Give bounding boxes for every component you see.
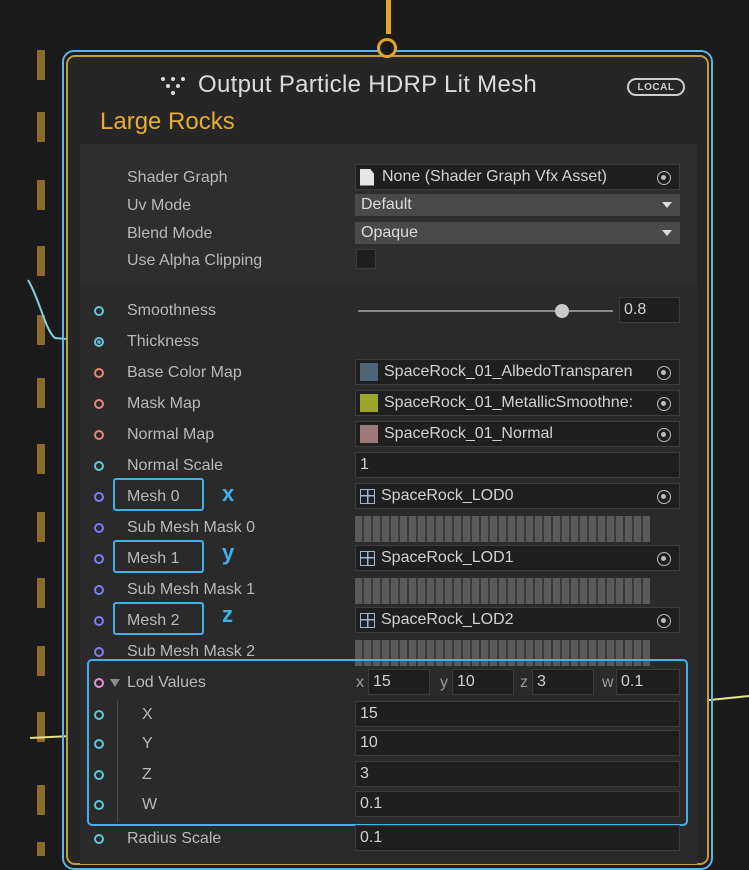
setting-label: Uv Mode	[127, 197, 192, 214]
smoothness-row: Smoothness 0.8	[0, 296, 749, 326]
input-flow-port[interactable]	[377, 38, 397, 58]
radius-scale-value: 0.1	[360, 829, 383, 846]
setting-label: Use Alpha Clipping	[127, 252, 263, 269]
normal-map-value: SpaceRock_01_Normal	[384, 425, 553, 442]
mesh0-field[interactable]: SpaceRock_LOD0	[355, 483, 680, 509]
uv-mode-value: Default	[361, 196, 412, 213]
submask0-port[interactable]	[94, 523, 104, 533]
mask-map-port[interactable]	[94, 399, 104, 409]
axis-annotation-y: y	[222, 540, 235, 565]
object-picker-icon[interactable]	[657, 614, 671, 628]
thickness-row: Thickness	[0, 327, 749, 357]
normal-scale-label: Normal Scale	[127, 457, 224, 474]
mask-map-value: SpaceRock_01_MetallicSmoothne:	[384, 394, 634, 411]
axis-annotation-z: z	[222, 602, 233, 627]
uv-mode-dropdown[interactable]: Default	[355, 194, 680, 216]
base-color-map-row: Base Color Map SpaceRock_01_AlbedoTransp…	[0, 358, 749, 388]
mesh1-highlight	[113, 540, 204, 573]
mesh0-port[interactable]	[94, 492, 104, 502]
mesh0-value: SpaceRock_LOD0	[381, 487, 514, 504]
normal-map-field[interactable]: SpaceRock_01_Normal	[355, 421, 680, 447]
submask0-label: Sub Mesh Mask 0	[127, 519, 256, 536]
texture-thumbnail	[360, 394, 378, 412]
slider-handle[interactable]	[555, 304, 569, 318]
mesh1-field[interactable]: SpaceRock_LOD1	[355, 545, 680, 571]
radius-scale-label: Radius Scale	[127, 830, 222, 847]
radius-scale-port[interactable]	[94, 834, 104, 844]
mask-map-label: Mask Map	[127, 395, 201, 412]
dropdown-arrow-icon	[662, 230, 672, 236]
mesh1-port[interactable]	[94, 554, 104, 564]
texture-thumbnail	[360, 363, 378, 381]
mesh-icon	[360, 488, 375, 504]
shader-graph-row: Shader Graph None (Shader Graph Vfx Asse…	[0, 163, 749, 193]
normal-map-label: Normal Map	[127, 426, 215, 443]
mesh0-highlight	[113, 478, 204, 511]
normal-scale-field[interactable]: 1	[355, 452, 680, 478]
mesh2-value: SpaceRock_LOD2	[381, 611, 514, 628]
node-subtitle[interactable]: Large Rocks	[100, 108, 235, 136]
normal-map-row: Normal Map SpaceRock_01_Normal	[0, 420, 749, 450]
smoothness-label: Smoothness	[127, 302, 216, 319]
smoothness-slider[interactable]	[358, 310, 613, 312]
normal-scale-port[interactable]	[94, 461, 104, 471]
uv-mode-row: Uv Mode Default	[0, 191, 749, 221]
dropdown-arrow-icon	[662, 202, 672, 208]
mesh1-value: SpaceRock_LOD1	[381, 549, 514, 566]
node-header: Output Particle HDRP Lit Mesh	[160, 68, 537, 102]
texture-thumbnail	[360, 425, 378, 443]
mask-map-row: Mask Map SpaceRock_01_MetallicSmoothne:	[0, 389, 749, 419]
base-color-map-value: SpaceRock_01_AlbedoTransparen	[384, 363, 633, 380]
smoothness-value: 0.8	[624, 301, 647, 318]
blend-mode-value: Opaque	[361, 224, 418, 241]
mesh2-highlight	[113, 602, 204, 635]
base-color-map-field[interactable]: SpaceRock_01_AlbedoTransparen	[355, 359, 680, 385]
submask1-port[interactable]	[94, 585, 104, 595]
shader-graph-field[interactable]: None (Shader Graph Vfx Asset)	[355, 164, 680, 190]
alpha-clipping-row: Use Alpha Clipping	[0, 246, 749, 276]
blend-mode-dropdown[interactable]: Opaque	[355, 222, 680, 244]
submask1-bitfield[interactable]	[355, 578, 650, 604]
submask1-label: Sub Mesh Mask 1	[127, 581, 256, 598]
object-picker-icon[interactable]	[657, 552, 671, 566]
vfx-output-icon	[160, 72, 186, 98]
base-color-map-label: Base Color Map	[127, 364, 242, 381]
submask0-bitfield[interactable]	[355, 516, 650, 542]
thickness-port-connected[interactable]	[94, 337, 104, 347]
object-picker-icon[interactable]	[657, 490, 671, 504]
normal-map-port[interactable]	[94, 430, 104, 440]
object-picker-icon[interactable]	[657, 397, 671, 411]
radius-scale-row: Radius Scale 0.1	[0, 824, 749, 854]
mesh2-port[interactable]	[94, 616, 104, 626]
alpha-clipping-checkbox[interactable]	[356, 249, 376, 269]
setting-label: Shader Graph	[127, 169, 228, 186]
input-flow-connector[interactable]	[386, 0, 391, 34]
object-picker-icon[interactable]	[657, 428, 671, 442]
document-icon	[360, 168, 374, 186]
blend-mode-row: Blend Mode Opaque	[0, 219, 749, 249]
setting-label: Blend Mode	[127, 225, 213, 242]
radius-scale-field[interactable]: 0.1	[355, 825, 680, 851]
thickness-label: Thickness	[127, 333, 200, 350]
submask0-row: Sub Mesh Mask 0	[0, 513, 749, 543]
object-picker-icon[interactable]	[657, 366, 671, 380]
submask1-row: Sub Mesh Mask 1	[0, 575, 749, 605]
normal-scale-value: 1	[360, 456, 369, 473]
node-title: Output Particle HDRP Lit Mesh	[198, 71, 538, 98]
smoothness-value-field[interactable]: 0.8	[619, 297, 680, 323]
object-picker-icon[interactable]	[657, 171, 671, 185]
normal-scale-row: Normal Scale 1	[0, 451, 749, 481]
mesh2-field[interactable]: SpaceRock_LOD2	[355, 607, 680, 633]
mask-map-field[interactable]: SpaceRock_01_MetallicSmoothne:	[355, 390, 680, 416]
lod-values-highlight	[87, 659, 688, 826]
mesh-icon	[360, 612, 375, 628]
smoothness-port[interactable]	[94, 306, 104, 316]
local-space-badge[interactable]: LOCAL	[627, 78, 685, 96]
axis-annotation-x: x	[222, 481, 235, 506]
submask2-port[interactable]	[94, 647, 104, 657]
shader-graph-value: None (Shader Graph Vfx Asset)	[382, 168, 607, 185]
mesh-icon	[360, 550, 375, 566]
base-color-map-port[interactable]	[94, 368, 104, 378]
